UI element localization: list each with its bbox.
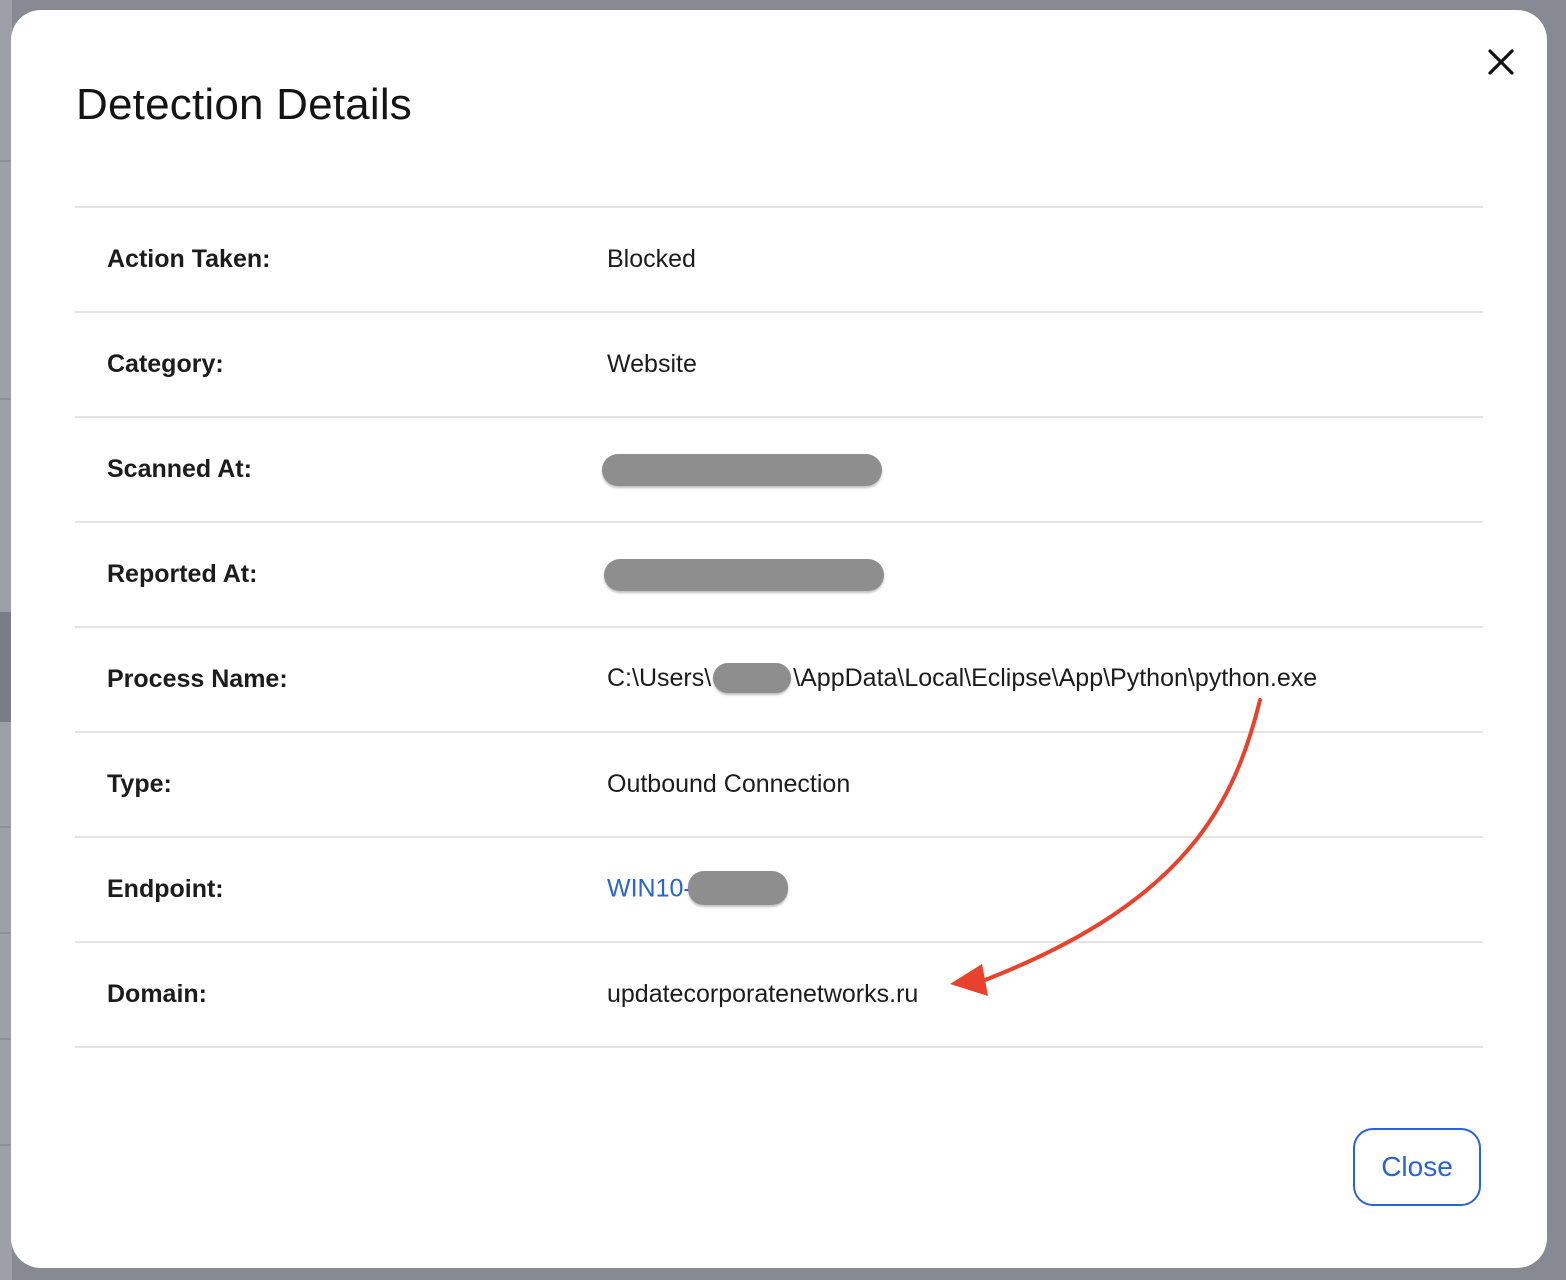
detection-details-table: Action Taken: Blocked Category: Website …: [75, 206, 1483, 1048]
detail-row-category: Category: Website: [75, 313, 1483, 418]
endpoint-link-text: WIN10-: [607, 874, 692, 903]
endpoint-link[interactable]: WIN10-: [607, 870, 788, 907]
detection-details-dialog: Detection Details Action Taken: Blocked …: [11, 10, 1547, 1268]
close-dialog-button[interactable]: [1481, 42, 1521, 82]
detail-label: Endpoint:: [107, 875, 224, 903]
dialog-title: Detection Details: [76, 80, 412, 129]
detail-label: Process Name:: [107, 665, 288, 693]
process-path-suffix: \AppData\Local\Eclipse\App\Python\python…: [793, 664, 1318, 693]
close-x-icon: [1488, 49, 1514, 75]
detail-row-process-name: Process Name: C:\Users\ \AppData\Local\Ec…: [75, 628, 1483, 733]
detail-row-scanned-at: Scanned At:: [75, 418, 1483, 523]
close-button[interactable]: Close: [1353, 1128, 1481, 1206]
detail-row-domain: Domain: updatecorporatenetworks.ru: [75, 943, 1483, 1048]
detail-label: Category:: [107, 350, 224, 378]
detail-label: Type:: [107, 770, 172, 798]
detail-label: Scanned At:: [107, 455, 252, 483]
detail-value-redacted: [604, 558, 884, 591]
detail-row-type: Type: Outbound Connection: [75, 733, 1483, 838]
process-path-prefix: C:\Users\: [607, 664, 712, 693]
detail-label: Reported At:: [107, 560, 258, 588]
detail-label: Domain:: [107, 980, 207, 1008]
detail-row-action-taken: Action Taken: Blocked: [75, 208, 1483, 313]
detail-value: Outbound Connection: [607, 770, 851, 798]
redaction-blur: [713, 662, 792, 693]
detail-row-endpoint: Endpoint: WIN10-: [75, 838, 1483, 943]
detail-label: Action Taken:: [107, 245, 271, 273]
redaction-blur: [687, 870, 788, 905]
detail-value: Website: [607, 350, 697, 378]
redaction-blur: [604, 558, 884, 591]
detail-value: Blocked: [607, 245, 696, 273]
redaction-blur: [602, 453, 882, 486]
detail-row-reported-at: Reported At:: [75, 523, 1483, 628]
detail-value: updatecorporatenetworks.ru: [607, 980, 919, 1008]
detail-value: C:\Users\ \AppData\Local\Eclipse\App\Pyth…: [607, 662, 1318, 694]
detail-value-redacted: [602, 453, 882, 486]
